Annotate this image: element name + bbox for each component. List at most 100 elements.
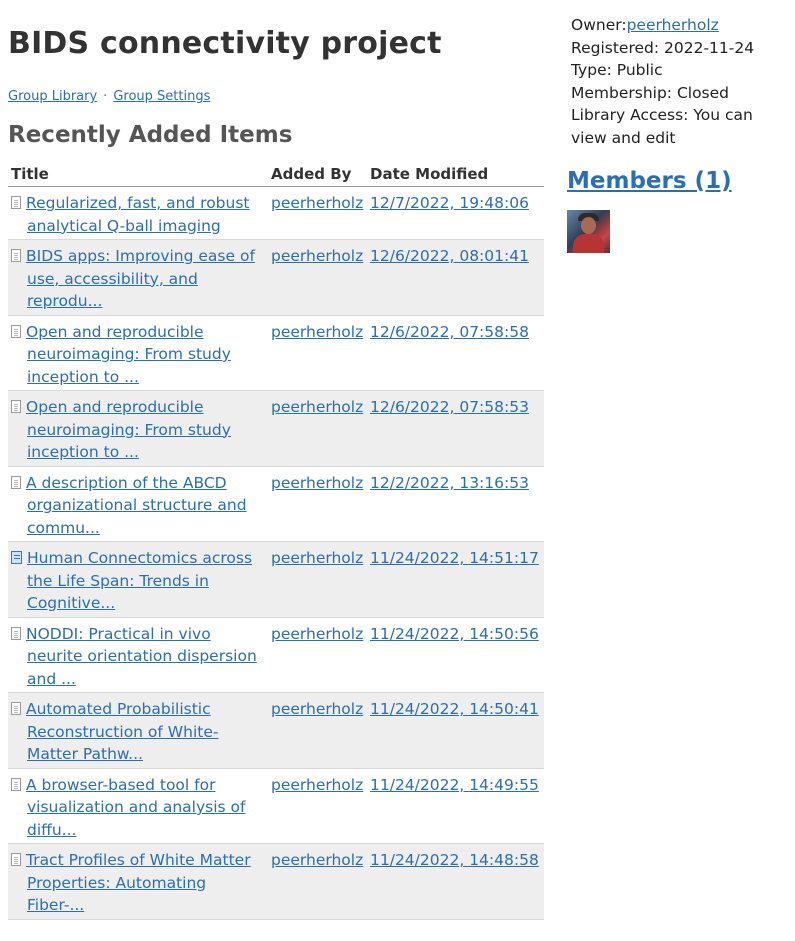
added-by-cell: peerherholz [268,768,367,844]
member-avatar[interactable] [567,209,610,253]
table-row: Human Connectomics across the Life Span:… [8,541,544,618]
table-row: Regularized, fast, and robust analytical… [8,186,544,240]
group-settings-link[interactable]: Group Settings [113,89,210,104]
title-cell: Automated Probabilistic Reconstruction o… [8,692,268,769]
date-modified-link[interactable]: 11/24/2022, 14:49:55 [370,776,539,794]
date-modified-link[interactable]: 12/6/2022, 07:58:53 [370,398,529,416]
added-by-link[interactable]: peerherholz [271,194,363,212]
added-by-cell: peerherholz [268,186,367,240]
group-info-sidebar: Owner:peerherholz Registered: 2022-11-24… [567,14,793,253]
membership-status: Membership: Closed [571,83,730,102]
document-icon [11,777,21,791]
document-icon [11,702,21,715]
added-by-link[interactable]: peerherholz [271,625,363,643]
date-cell: 12/6/2022, 07:58:58 [367,315,544,391]
table-row: A description of the ABCD organizational… [8,466,544,542]
title-cell: Regularized, fast, and robust analytical… [8,186,268,240]
date-cell: 11/24/2022, 14:51:17 [367,541,544,618]
date-modified-link[interactable]: 11/24/2022, 14:51:17 [370,549,539,567]
recent-items-heading: Recently Added Items [8,122,293,148]
added-by-cell: peerherholz [268,239,367,316]
item-title-link[interactable]: Open and reproducible neuroimaging: From… [26,323,231,386]
column-header-date-modified: Date Modified [367,162,544,187]
members-link[interactable]: Members (1) [567,168,732,194]
added-by-cell: peerherholz [268,466,367,542]
date-cell: 12/6/2022, 07:58:53 [367,390,544,467]
item-title-link[interactable]: Automated Probabilistic Reconstruction o… [26,700,218,763]
document-icon [11,196,21,209]
document-icon [11,324,21,338]
item-title-link[interactable]: Human Connectomics across the Life Span:… [27,549,252,612]
added-by-cell: peerherholz [268,692,367,769]
item-title-link[interactable]: A description of the ABCD organizational… [26,474,247,537]
title-cell: Tract Profiles of White Matter Propertie… [8,843,268,920]
item-title-link[interactable]: BIDS apps: Improving ease of use, access… [26,247,255,310]
members-heading: Members (1) [567,166,793,196]
date-cell: 12/2/2022, 13:16:53 [367,466,544,542]
table-header-row: Title Added By Date Modified [8,162,544,187]
item-title-link[interactable]: Open and reproducible neuroimaging: From… [26,398,231,461]
group-library-link[interactable]: Group Library [8,89,97,104]
date-modified-link[interactable]: 12/6/2022, 08:01:41 [370,247,529,265]
column-header-added-by: Added By [268,162,367,187]
date-cell: 12/7/2022, 19:48:06 [367,186,544,240]
document-icon [11,249,21,262]
date-modified-link[interactable]: 12/6/2022, 07:58:58 [370,323,529,341]
column-header-title: Title [8,162,268,187]
table-row: NODDI: Practical in vivo neurite orienta… [8,617,544,693]
book-icon [11,551,22,564]
table-row: Open and reproducible neuroimaging: From… [8,390,544,467]
date-modified-link[interactable]: 11/24/2022, 14:48:58 [370,851,539,869]
group-metadata: Owner:peerherholz Registered: 2022-11-24… [571,14,793,150]
added-by-link[interactable]: peerherholz [271,776,363,794]
title-cell: A description of the ABCD organizational… [8,466,268,542]
library-access: Library Access: You can view and edit [571,106,753,147]
item-title-link[interactable]: NODDI: Practical in vivo neurite orienta… [26,625,257,688]
title-cell: Open and reproducible neuroimaging: From… [8,315,268,391]
item-title-link[interactable]: Tract Profiles of White Matter Propertie… [26,851,251,914]
added-by-link[interactable]: peerherholz [271,851,363,869]
main-content: BIDS connectivity project Group Library ·… [8,0,546,920]
nav-separator: · [103,89,108,104]
date-modified-link[interactable]: 12/7/2022, 19:48:06 [370,194,529,212]
title-cell: Human Connectomics across the Life Span:… [8,541,268,618]
added-by-link[interactable]: peerherholz [271,247,363,265]
date-cell: 11/24/2022, 14:50:56 [367,617,544,693]
added-by-link[interactable]: peerherholz [271,323,363,341]
date-modified-link[interactable]: 11/24/2022, 14:50:41 [370,700,539,718]
group-nav: Group Library · Group Settings [8,87,546,107]
document-icon [11,475,21,489]
title-cell: A browser-based tool for visualization a… [8,768,268,844]
recent-items-table: Title Added By Date Modified Regularized… [8,162,544,920]
date-modified-link[interactable]: 12/2/2022, 13:16:53 [370,474,529,492]
added-by-cell: peerherholz [268,315,367,391]
added-by-link[interactable]: peerherholz [271,474,363,492]
date-cell: 11/24/2022, 14:49:55 [367,768,544,844]
owner-line: Owner:peerherholz [571,14,793,37]
added-by-cell: peerherholz [268,843,367,920]
table-row: BIDS apps: Improving ease of use, access… [8,239,544,316]
avatar-body-shape [573,233,604,253]
title-cell: Open and reproducible neuroimaging: From… [8,390,268,467]
owner-label: Owner: [571,16,627,34]
item-title-link[interactable]: A browser-based tool for visualization a… [26,776,245,839]
added-by-cell: peerherholz [268,617,367,693]
page-title: BIDS connectivity project [8,26,442,61]
avatar-head-shape [581,216,596,234]
document-icon [11,626,21,640]
title-cell: BIDS apps: Improving ease of use, access… [8,239,268,316]
added-by-cell: peerherholz [268,390,367,467]
table-row: Open and reproducible neuroimaging: From… [8,315,544,391]
added-by-link[interactable]: peerherholz [271,398,363,416]
date-cell: 11/24/2022, 14:50:41 [367,692,544,769]
registered-date: Registered: 2022-11-24 [571,38,755,57]
added-by-link[interactable]: peerherholz [271,549,363,567]
title-cell: NODDI: Practical in vivo neurite orienta… [8,617,268,693]
item-title-link[interactable]: Regularized, fast, and robust analytical… [26,194,250,235]
group-type: Type: Public [571,61,663,80]
table-row: A browser-based tool for visualization a… [8,768,544,844]
date-cell: 11/24/2022, 14:48:58 [367,843,544,920]
date-modified-link[interactable]: 11/24/2022, 14:50:56 [370,625,539,643]
added-by-link[interactable]: peerherholz [271,700,363,718]
owner-link[interactable]: peerherholz [627,16,719,34]
